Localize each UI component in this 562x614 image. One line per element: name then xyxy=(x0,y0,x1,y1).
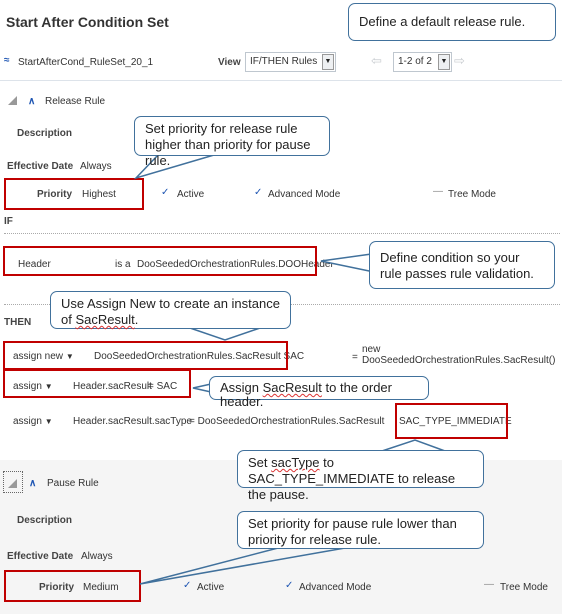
callout-default-release: Define a default release rule. xyxy=(348,3,556,41)
pause-advanced-mode-check-icon[interactable]: ✓ xyxy=(285,580,293,591)
action-1-value[interactable]: new DooSeededOrchestrationRules.SacResul… xyxy=(362,344,555,366)
pause-collapse-rule-icon[interactable]: ∧ xyxy=(29,478,36,489)
action-3-type-label: assign xyxy=(13,416,42,427)
if-label: IF xyxy=(4,216,13,227)
active-label: Active xyxy=(177,189,205,200)
sactype-highlight-box xyxy=(395,403,508,439)
tree-mode-unchecked-icon[interactable]: — xyxy=(433,186,443,197)
action-1-equals: = xyxy=(352,352,358,363)
assign-new-highlight-box xyxy=(3,341,288,370)
pause-active-check-icon[interactable]: ✓ xyxy=(183,580,191,591)
next-page-icon[interactable]: ⇨ xyxy=(454,53,465,69)
pagination-value: 1-2 of 2 xyxy=(398,56,432,67)
description-label: Description xyxy=(17,128,73,139)
action-1-value-line2: DooSeededOrchestrationRules.SacResult() xyxy=(362,355,556,366)
assign-header-highlight-box xyxy=(3,369,191,398)
release-rule-title: Release Rule xyxy=(45,96,106,107)
priority-highlight-box xyxy=(4,178,144,210)
callout-sactype-text: Set xyxy=(248,455,272,470)
pause-rule-title: Pause Rule xyxy=(47,478,99,489)
callout-assign-header-text: Assign xyxy=(220,380,263,395)
then-label: THEN xyxy=(4,317,32,328)
callout-condition: Define condition so your rule passes rul… xyxy=(369,241,555,289)
action-3-type[interactable]: assign ▼ xyxy=(13,416,53,427)
pause-tree-mode-unchecked-icon[interactable]: — xyxy=(484,579,494,590)
previous-page-icon[interactable]: ⇦ xyxy=(371,53,382,69)
action-3-dropdown-icon[interactable]: ▼ xyxy=(45,417,53,426)
pause-priority-highlight-box xyxy=(4,570,141,602)
pointer-assign-new xyxy=(189,327,261,341)
view-dropdown-arrow-icon[interactable]: ▼ xyxy=(322,54,334,70)
action-3-target[interactable]: Header.sacResult.sacType xyxy=(73,416,192,427)
pause-tree-mode-label: Tree Mode xyxy=(500,582,548,593)
expand-triangle-icon[interactable] xyxy=(8,96,17,105)
advanced-mode-check-icon[interactable]: ✓ xyxy=(254,187,262,198)
effective-date-label: Effective Date xyxy=(7,161,74,172)
callout-assign-new-end: . xyxy=(134,312,139,327)
callout-priority-higher: Set priority for release rule higher tha… xyxy=(134,116,330,168)
page-title: Start After Condition Set xyxy=(6,14,169,30)
tree-mode-label: Tree Mode xyxy=(448,189,496,200)
active-check-icon[interactable]: ✓ xyxy=(161,187,169,198)
effective-date-value[interactable]: Always xyxy=(80,161,112,172)
pagination-select[interactable]: 1-2 of 2 ▼ xyxy=(393,52,452,72)
callout-assign-header: Assign SacResult to the order header. xyxy=(209,376,429,409)
callout-assign-new: Use Assign New to create an instance of … xyxy=(50,291,291,329)
pause-description-label: Description xyxy=(17,515,73,526)
view-select-value: IF/THEN Rules xyxy=(250,56,318,67)
divider xyxy=(0,80,562,81)
advanced-mode-label: Advanced Mode xyxy=(268,189,341,200)
view-select[interactable]: IF/THEN Rules ▼ xyxy=(245,52,336,72)
pause-active-label: Active xyxy=(197,582,225,593)
action-3-value[interactable]: = DooSeededOrchestrationRules.SacResult xyxy=(189,416,384,427)
pause-advanced-mode-label: Advanced Mode xyxy=(299,582,372,593)
callout-sactype: Set sacType to SAC_TYPE_IMMEDIATE to rel… xyxy=(237,450,484,502)
pause-expand-triangle-icon[interactable] xyxy=(8,479,17,488)
collapse-rule-icon[interactable]: ∧ xyxy=(28,96,35,107)
pagination-dropdown-arrow-icon[interactable]: ▼ xyxy=(438,54,450,70)
callout-sactype-term: sacType xyxy=(271,455,320,470)
view-label: View xyxy=(218,57,241,68)
pause-effective-date-label: Effective Date xyxy=(7,551,74,562)
callout-priority-lower: Set priority for pause rule lower than p… xyxy=(237,511,484,549)
action-1-value-line1: new xyxy=(362,344,381,355)
pause-effective-date-value[interactable]: Always xyxy=(81,551,113,562)
collapse-ruleset-icon[interactable]: ≈ xyxy=(4,55,10,66)
callout-assign-new-term: SacResult xyxy=(75,312,135,327)
condition-highlight-box xyxy=(3,246,317,276)
callout-assign-header-term: SacResult xyxy=(262,380,322,395)
if-dotted-divider xyxy=(4,233,560,234)
ruleset-name: StartAfterCond_RuleSet_20_1 xyxy=(18,57,154,68)
